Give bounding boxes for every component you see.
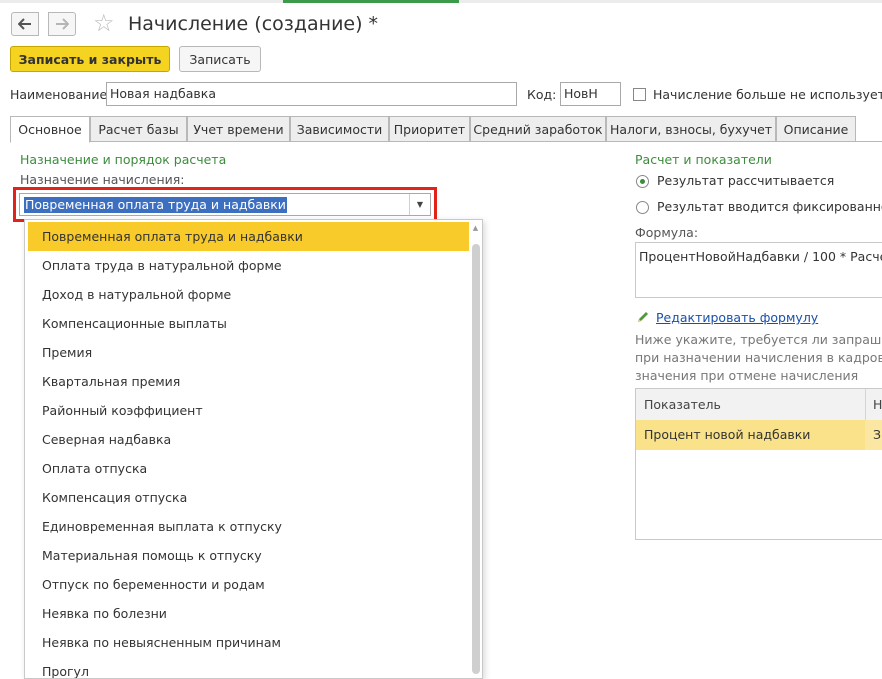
save-and-close-button[interactable]: Записать и закрыть <box>10 46 170 72</box>
table-cell-value[interactable]: З <box>865 420 881 450</box>
triangle-down-icon[interactable]: ▼ <box>409 194 430 215</box>
tab-description[interactable]: Описание <box>776 116 856 142</box>
hint-line-1: Ниже укажите, требуется ли запрашивать <box>635 332 882 347</box>
purpose-select[interactable]: Повременная оплата труда и надбавки ▼ <box>19 193 431 216</box>
calculation-group-title: Расчет и показатели <box>635 152 772 167</box>
arrow-right-icon <box>56 18 69 30</box>
radio-calculated-label: Результат рассчитывается <box>657 173 835 188</box>
indicators-table[interactable]: Показатель Н Процент новой надбавки З <box>635 388 882 540</box>
formula-label: Формула: <box>635 225 699 240</box>
pencil-icon <box>638 312 648 322</box>
unused-checkbox[interactable] <box>633 88 646 101</box>
hint-line-2: при назначении начисления в кадровых д <box>635 350 882 365</box>
indicator-text: Процент новой надбавки <box>644 427 811 442</box>
tab-base-calculation[interactable]: Расчет базы <box>90 116 187 142</box>
table-header: Показатель Н <box>636 389 882 421</box>
unused-checkbox-label: Начисление больше не используется <box>653 87 882 102</box>
purpose-label: Назначение начисления: <box>20 172 185 187</box>
arrow-left-icon <box>18 18 31 30</box>
top-tab-strip <box>0 0 882 3</box>
list-item[interactable]: Единовременная выплата к отпуску <box>28 512 469 541</box>
list-item[interactable]: Доход в натуральной форме <box>28 280 469 309</box>
list-item[interactable]: Повременная оплата труда и надбавки <box>28 222 469 251</box>
list-item[interactable]: Премия <box>28 338 469 367</box>
code-label: Код: <box>527 87 557 102</box>
list-item[interactable]: Компенсация отпуска <box>28 483 469 512</box>
list-item[interactable]: Компенсационные выплаты <box>28 309 469 338</box>
active-window-indicator <box>283 0 459 3</box>
name-field[interactable]: Новая надбавка <box>106 82 517 106</box>
list-item[interactable]: Неявка по болезни <box>28 599 469 628</box>
tab-average-earnings[interactable]: Средний заработок <box>470 116 606 142</box>
list-item[interactable]: Отпуск по беременности и родам <box>28 570 469 599</box>
window-title: Начисление (создание) * <box>128 13 379 35</box>
radio-selected-dot <box>640 179 645 184</box>
forward-button[interactable] <box>48 12 76 36</box>
tab-main[interactable]: Основное <box>10 116 90 143</box>
list-item[interactable]: Прогул <box>28 657 469 678</box>
back-button[interactable] <box>11 12 39 36</box>
dropdown-scrollbar[interactable]: ▲ <box>471 224 480 676</box>
table-row[interactable]: Процент новой надбавки З <box>636 420 882 450</box>
list-item[interactable]: Квартальная премия <box>28 367 469 396</box>
tab-priority[interactable]: Приоритет <box>389 116 470 142</box>
save-button[interactable]: Записать <box>179 46 261 72</box>
formula-field[interactable]: ПроцентНовойНадбавки / 100 * Расчетна <box>635 242 882 298</box>
scroll-up-icon[interactable]: ▲ <box>471 224 480 232</box>
code-field[interactable]: НовН <box>560 82 621 106</box>
star-icon[interactable]: ☆ <box>93 11 115 35</box>
column-header-value[interactable]: Н <box>865 389 882 420</box>
list-item[interactable]: Оплата труда в натуральной форме <box>28 251 469 280</box>
purpose-group-title: Назначение и порядок расчета <box>20 152 227 167</box>
tab-taxes-accounting[interactable]: Налоги, взносы, бухучет <box>606 116 776 142</box>
list-item[interactable]: Оплата отпуска <box>28 454 469 483</box>
purpose-select-value: Повременная оплата труда и надбавки <box>24 197 287 213</box>
list-item[interactable]: Неявка по невыясненным причинам <box>28 628 469 657</box>
name-label: Наименование: <box>10 87 112 102</box>
list-item[interactable]: Северная надбавка <box>28 425 469 454</box>
table-cell-indicator[interactable]: Процент новой надбавки <box>636 420 865 450</box>
list-item[interactable]: Районный коэффициент <box>28 396 469 425</box>
purpose-dropdown-list[interactable]: Повременная оплата труда и надбавки Опла… <box>24 219 483 679</box>
scrollbar-thumb[interactable] <box>472 244 480 674</box>
column-header-indicator[interactable]: Показатель <box>636 389 721 420</box>
radio-fixed[interactable] <box>636 201 649 214</box>
edit-formula-link[interactable]: Редактировать формулу <box>656 310 818 325</box>
radio-calculated[interactable] <box>636 175 649 188</box>
list-item[interactable]: Материальная помощь к отпуску <box>28 541 469 570</box>
tab-time-accounting[interactable]: Учет времени <box>187 116 290 142</box>
hint-line-3: значения при отмене начисления <box>635 368 859 383</box>
tab-dependencies[interactable]: Зависимости <box>290 116 389 142</box>
radio-fixed-label: Результат вводится фиксированной с <box>657 199 882 214</box>
